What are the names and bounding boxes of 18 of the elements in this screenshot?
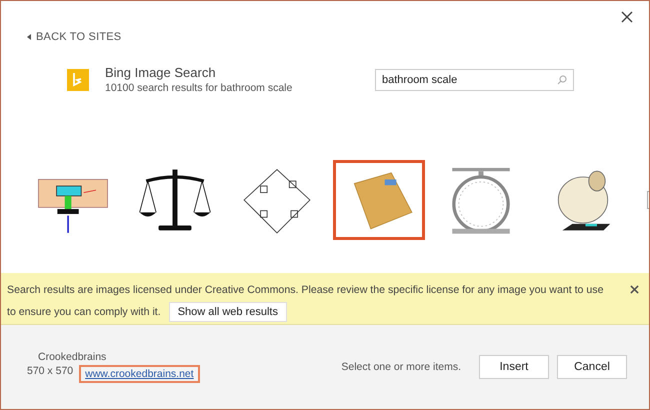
bing-logo-icon (67, 68, 89, 90)
source-title: Bing Image Search (105, 65, 217, 80)
cancel-button[interactable]: Cancel (557, 355, 627, 379)
show-web-results-button[interactable]: Show all web results (168, 302, 287, 322)
back-link[interactable]: BACK TO SITES (27, 31, 122, 43)
license-notice-text: to ensure you can comply with it. (7, 305, 161, 320)
image-size: 570 x 570 (27, 365, 74, 379)
caret-icon (27, 34, 31, 40)
image-thumbnail[interactable] (333, 160, 425, 240)
selection-hint: Select one or more items. (341, 361, 461, 373)
source-link[interactable]: www.crookedbrains.net (79, 365, 200, 383)
search-field[interactable]: bathroom scale (375, 68, 574, 90)
close-icon[interactable] (630, 285, 639, 294)
image-author: Crookedbrains (38, 351, 108, 363)
result-count: 10100 search results for bathroom scale (105, 82, 294, 94)
license-notice-text: Search results are images licensed under Creative Commons. Please review the specific license for any image you want to use (7, 283, 604, 298)
insert-button[interactable]: Insert (479, 355, 549, 379)
close-icon[interactable] (621, 11, 633, 23)
